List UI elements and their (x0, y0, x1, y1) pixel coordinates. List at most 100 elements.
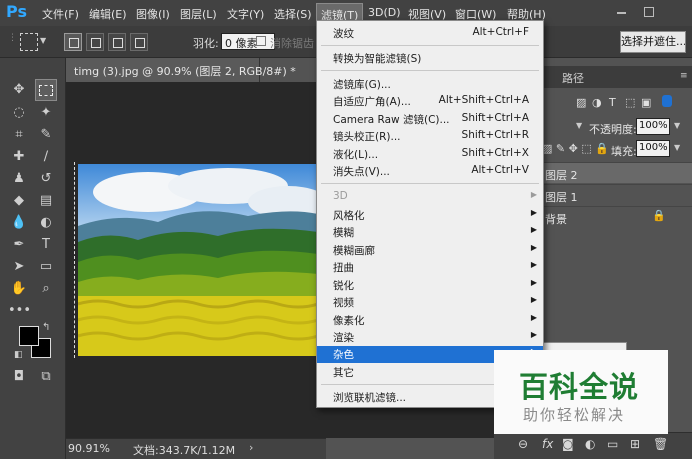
menu-image[interactable]: 图像(I) (136, 6, 170, 22)
quick-mask-icon[interactable]: ◘ (8, 366, 30, 388)
submenu-arrow-icon: ▶ (530, 260, 537, 269)
fill-input[interactable]: 100% (636, 140, 670, 157)
marquee-preset-icon[interactable] (20, 33, 38, 51)
menu-item-pixelate[interactable]: 像素化 ▶ (317, 312, 543, 329)
panel-menu-icon[interactable]: ≡ (680, 71, 688, 81)
layer-row[interactable]: 图层 1 (540, 184, 692, 205)
move-tool-icon[interactable]: ✥ (8, 79, 30, 101)
select-and-mask-button[interactable]: 选择并遮住... (620, 31, 686, 53)
menu-item-label: 锐化 (333, 280, 354, 292)
document-tab[interactable]: timg (3).jpg @ 90.9% (图层 2, RGB/8#) * (66, 58, 296, 82)
feather-label: 羽化: (193, 37, 219, 50)
menu-item-blur-gallery[interactable]: 模糊画廊 ▶ (317, 242, 543, 259)
intersect-selection-button[interactable] (130, 33, 148, 51)
menu-item-label: 转换为智能滤镜(S) (333, 53, 422, 65)
menu-item-sharpen[interactable]: 锐化 ▶ (317, 277, 543, 294)
chevron-right-icon[interactable]: › (249, 441, 253, 454)
dodge-tool-icon[interactable]: ◐ (35, 212, 57, 234)
layer-mask-icon[interactable]: ◙ (562, 437, 574, 451)
more-tools-icon[interactable]: ••• (8, 300, 31, 322)
opacity-chevron-icon[interactable]: ▼ (674, 121, 680, 130)
maximize-icon[interactable] (641, 5, 657, 19)
menu-item-liquify[interactable]: 液化(L)... Shift+Ctrl+X (317, 146, 543, 163)
feather-input[interactable]: 0 像素 (221, 33, 275, 50)
brush-tool-icon[interactable]: ∕ (35, 146, 57, 168)
add-selection-button[interactable] (86, 33, 104, 51)
menu-item-stylize[interactable]: 风格化 ▶ (317, 207, 543, 224)
blur-tool-icon[interactable]: 💧 (8, 212, 30, 234)
menu-item-adaptive-wide-angle[interactable]: 自适应广角(A)... Alt+Shift+Ctrl+A (317, 93, 543, 110)
pixel-filter-icon[interactable]: ▨ (576, 96, 586, 109)
rectangle-tool-icon[interactable]: ▭ (35, 256, 57, 278)
blend-mode-chevron-icon[interactable]: ▼ (576, 121, 582, 130)
menu-edit[interactable]: 编辑(E) (89, 6, 127, 22)
menu-item-vanishing-point[interactable]: 消失点(V)... Alt+Ctrl+V (317, 163, 543, 180)
menu-item-shortcut: Shift+Ctrl+X (461, 147, 529, 159)
submenu-arrow-icon: ▶ (530, 295, 537, 304)
magic-wand-icon[interactable]: ✦ (35, 102, 57, 124)
healing-brush-icon[interactable]: ✚ (8, 146, 30, 168)
submenu-arrow-icon: ▶ (530, 225, 537, 234)
menu-3d[interactable]: 3D(D) (368, 6, 401, 19)
hand-tool-icon[interactable]: ✋ (8, 278, 30, 300)
opacity-input[interactable]: 100% (636, 118, 670, 135)
menu-item-lens-correction[interactable]: 镜头校正(R)... Shift+Ctrl+R (317, 128, 543, 145)
new-layer-icon[interactable]: ⊞ (630, 437, 640, 451)
grip-icon: ⋮ (8, 33, 17, 43)
fill-chevron-icon[interactable]: ▼ (674, 143, 680, 152)
default-colors-icon[interactable]: ◧ (14, 350, 23, 360)
menu-item-video[interactable]: 视频 ▶ (317, 294, 543, 311)
gradient-tool-icon[interactable]: ▤ (35, 190, 57, 212)
menu-file[interactable]: 文件(F) (42, 6, 79, 22)
adjustment-layer-icon[interactable]: ◐ (585, 437, 595, 451)
menu-item-camera-raw[interactable]: Camera Raw 滤镜(C)... Shift+Ctrl+A (317, 111, 543, 128)
path-select-icon[interactable]: ➤ (8, 256, 30, 278)
clone-stamp-icon[interactable]: ♟ (8, 168, 30, 190)
menu-item-shortcut: Shift+Ctrl+A (461, 112, 529, 124)
foreground-color-swatch[interactable] (19, 326, 39, 346)
link-layers-icon[interactable]: ⊖ (518, 437, 528, 451)
adjustment-filter-icon[interactable]: ◑ (592, 96, 602, 109)
history-brush-icon[interactable]: ↺ (35, 168, 57, 190)
swap-colors-icon[interactable]: ↰ (42, 322, 50, 333)
marquee-tool-icon[interactable] (35, 79, 57, 101)
zoom-level[interactable]: 90.91% (68, 442, 110, 455)
subtract-selection-button[interactable] (108, 33, 126, 51)
zoom-tool-icon[interactable]: ⌕ (35, 278, 57, 300)
menu-item-smart-filter[interactable]: 转换为智能滤镜(S) (317, 50, 543, 67)
menu-item-render[interactable]: 渲染 ▶ (317, 329, 543, 346)
menu-item-distort[interactable]: 扭曲 ▶ (317, 259, 543, 276)
smart-filter-icon[interactable]: ▣ (641, 96, 651, 109)
new-selection-button[interactable] (64, 33, 82, 51)
eraser-icon[interactable]: ◆ (8, 190, 30, 212)
lasso-tool-icon[interactable]: ◌ (8, 102, 30, 124)
layer-row[interactable]: 背景 (540, 206, 692, 227)
group-folder-icon[interactable]: ▭ (607, 437, 618, 451)
pen-tool-icon[interactable]: ✒ (8, 234, 30, 256)
lock-options[interactable]: ▨ ✎ ✥ ⬚ 🔒 (542, 142, 609, 155)
menu-item-last-filter[interactable]: 波纹 Alt+Ctrl+F (317, 25, 543, 42)
menu-select[interactable]: 选择(S) (274, 6, 312, 22)
menu-item-filter-gallery[interactable]: 滤镜库(G)... (317, 76, 543, 93)
layer-row[interactable]: 图层 2 (540, 162, 692, 183)
minimize-icon[interactable] (614, 5, 630, 19)
screen-mode-icon[interactable]: ⧉ (35, 366, 57, 388)
eyedropper-icon[interactable]: ✎ (35, 124, 57, 146)
shape-filter-icon[interactable]: ⬚ (625, 96, 635, 109)
menu-layer[interactable]: 图层(L) (180, 6, 217, 22)
type-filter-icon[interactable]: T (609, 96, 616, 109)
type-tool-icon[interactable]: T (35, 234, 57, 256)
menu-type[interactable]: 文字(Y) (227, 6, 264, 22)
crop-tool-icon[interactable]: ⌗ (8, 124, 30, 146)
filter-toggle[interactable] (662, 95, 672, 107)
menu-item-label: Camera Raw 滤镜(C)... (333, 114, 450, 126)
fx-icon[interactable]: fx (542, 437, 553, 451)
tab-paths[interactable]: 路径 (562, 70, 584, 86)
antialias-checkbox[interactable] (256, 36, 266, 46)
menu-item-label: 像素化 (333, 315, 365, 327)
menu-item-blur[interactable]: 模糊 ▶ (317, 224, 543, 241)
trash-icon[interactable]: 🗑 (653, 437, 668, 451)
submenu-arrow-icon: ▶ (530, 278, 537, 287)
chevron-down-icon[interactable]: ▼ (40, 36, 46, 45)
submenu-arrow-icon: ▶ (530, 330, 537, 339)
